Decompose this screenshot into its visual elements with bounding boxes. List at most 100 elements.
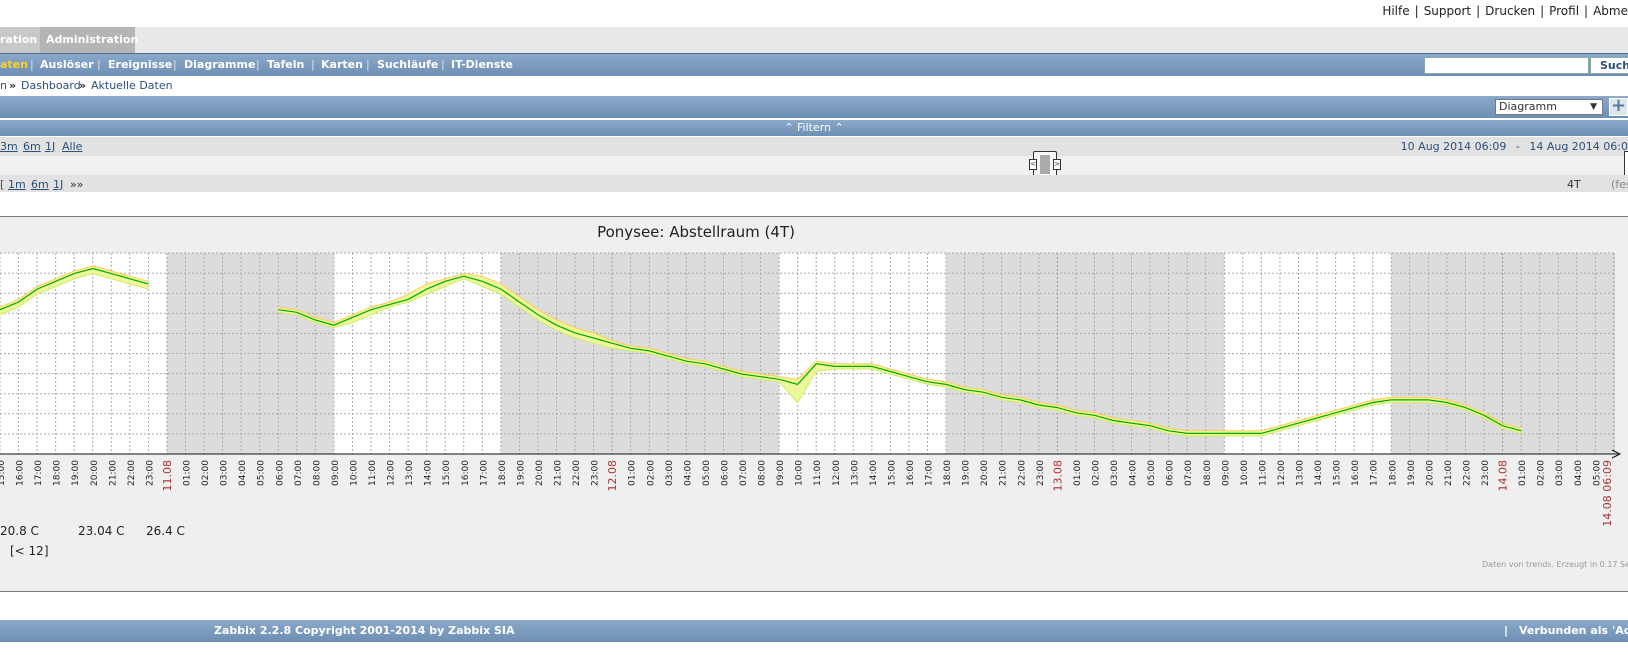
menu-item-current-data[interactable]: aten — [0, 58, 28, 71]
nav-6m-link[interactable]: 6m — [31, 178, 49, 191]
legend-value: 26.4 C — [146, 524, 185, 538]
x-tick-label: 05:00 — [1147, 460, 1157, 486]
separator: | — [1414, 4, 1419, 18]
x-tick-label: 09:00 — [776, 460, 786, 486]
breadcrumb-item[interactable]: Dashboard — [21, 79, 81, 92]
x-tick-label: 17:00 — [1370, 460, 1380, 486]
x-tick-label: 14.08 06:09 — [1601, 460, 1614, 527]
x-tick-label: 02:00 — [201, 460, 211, 486]
x-tick-label: 03:00 — [1555, 460, 1565, 486]
menu-item-events[interactable]: Ereignisse — [108, 58, 172, 71]
menu-item-maps[interactable]: Karten — [321, 58, 363, 71]
x-tick-label: 18:00 — [53, 460, 63, 486]
add-favourite-button[interactable]: + — [1609, 97, 1628, 116]
nav-forward-link[interactable]: »» — [70, 178, 83, 191]
zoom-3m-link[interactable]: 3m — [0, 140, 18, 153]
top-bar: Hilfe | Support | Drucken | Profil | Abme — [0, 0, 1628, 27]
nav-1y-link[interactable]: 1J — [53, 178, 63, 191]
x-tick-label: 07:00 — [1184, 460, 1194, 486]
search-button[interactable]: Such — [1590, 57, 1628, 74]
period-range: 10 Aug 2014 06:09 - 14 Aug 2014 06:0 — [1401, 140, 1628, 153]
x-tick-label: 13.08 — [1051, 460, 1064, 492]
menu-item-screens[interactable]: Tafeln — [267, 58, 304, 71]
fixed-toggle[interactable]: (fes — [1611, 178, 1628, 191]
chevron-right-icon[interactable]: > — [1053, 159, 1061, 170]
menu-item-graphs[interactable]: Diagramme — [184, 58, 255, 71]
x-tick-label: 16:00 — [906, 460, 916, 486]
zoom-1y-link[interactable]: 1J — [45, 140, 55, 153]
x-tick-label: 02:00 — [646, 460, 656, 486]
x-tick-label: 18:00 — [1388, 460, 1398, 486]
menu-separator: | — [30, 58, 34, 71]
x-tick-label: 14:00 — [1314, 460, 1324, 486]
breadcrumb-separator: » — [9, 79, 17, 92]
x-tick-label: 04:00 — [1129, 460, 1139, 486]
x-tick-label: 21:00 — [999, 460, 1009, 486]
x-tick-label: 16:00 — [1351, 460, 1361, 486]
x-tick-label: 09:00 — [331, 460, 341, 486]
print-link[interactable]: Drucken — [1485, 4, 1535, 18]
x-tick-label: 09:00 — [1221, 460, 1231, 486]
support-link[interactable]: Support — [1424, 4, 1471, 18]
chevron-left-icon[interactable]: < — [1029, 159, 1037, 170]
profile-link[interactable]: Profil — [1549, 4, 1579, 18]
x-tick-label: 21:00 — [554, 460, 564, 486]
period-dash: - — [1515, 140, 1520, 153]
x-tick-label: 11.08 — [161, 460, 174, 492]
menu-separator: | — [311, 58, 315, 71]
nav-link[interactable]: [ — [0, 178, 4, 191]
scrollbar-handle[interactable]: < > — [1029, 151, 1061, 177]
main-tabs: ration Administration — [0, 27, 1628, 53]
x-tick-label: 08:00 — [1203, 460, 1213, 486]
x-tick-label: 02:00 — [1537, 460, 1547, 486]
breadcrumb: n » Dashboard » Aktuelle Daten — [0, 77, 1628, 95]
nav-1m-link[interactable]: 1m — [8, 178, 26, 191]
top-links: Hilfe | Support | Drucken | Profil | Abme — [1382, 4, 1628, 18]
x-tick-label: 13:00 — [850, 460, 860, 486]
x-tick-label: 07:00 — [294, 460, 304, 486]
help-link[interactable]: Hilfe — [1382, 4, 1409, 18]
x-tick-label: 05:00 — [702, 460, 712, 486]
separator: | — [1476, 4, 1481, 18]
x-tick-label: 18:00 — [943, 460, 953, 486]
logout-link[interactable]: Abme — [1593, 4, 1628, 18]
x-tick-label: 08:00 — [758, 460, 768, 486]
breadcrumb-item[interactable]: n — [0, 79, 7, 92]
x-tick-label: 04:00 — [683, 460, 693, 486]
scrollbar-grip[interactable] — [1040, 155, 1050, 174]
x-tick-label: 06:00 — [720, 460, 730, 486]
x-tick-label: 06:00 — [275, 460, 285, 486]
period-length: 4T — [1567, 178, 1581, 191]
zoom-6m-link[interactable]: 6m — [23, 140, 41, 153]
x-tick-label: 15:00 — [0, 460, 7, 486]
tab-configuration[interactable]: ration — [0, 27, 40, 53]
menu-item-triggers[interactable]: Auslöser — [40, 58, 94, 71]
x-tick-label: 03:00 — [665, 460, 675, 486]
x-tick-label: 17:00 — [479, 460, 489, 486]
tab-administration[interactable]: Administration — [40, 27, 138, 53]
graph-panel: Ponysee: Abstellraum (4T) 15:00 16:00 17:00… — [0, 216, 1628, 630]
x-tick-label: 16:00 — [461, 460, 471, 486]
menu-item-it-services[interactable]: IT-Dienste — [451, 58, 513, 71]
x-tick-label: 23:00 — [1481, 460, 1491, 486]
x-tick-label: 22:00 — [127, 460, 137, 486]
filter-toggle[interactable]: ⌃ Filtern ⌃ — [0, 119, 1628, 136]
graph-toolbar: Diagramm ▼ + — [0, 96, 1628, 118]
breadcrumb-item[interactable]: Aktuelle Daten — [91, 79, 173, 92]
menu-item-discovery[interactable]: Suchläufe — [377, 58, 438, 71]
zoom-all-link[interactable]: Alle — [62, 140, 82, 153]
graph-type-select[interactable]: Diagramm ▼ — [1495, 99, 1603, 115]
x-tick-label: 23:00 — [145, 460, 155, 486]
search-input[interactable] — [1424, 57, 1589, 74]
x-tick-label: 10:00 — [1240, 460, 1250, 486]
x-tick-label: 01:00 — [1518, 460, 1528, 486]
x-tick-label: 17:00 — [925, 460, 935, 486]
x-tick-label: 14:00 — [424, 460, 434, 486]
x-tick-label: 10:00 — [349, 460, 359, 486]
breadcrumb-separator: » — [79, 79, 87, 92]
scrollbar-end[interactable] — [1624, 151, 1628, 177]
menu-separator: | — [97, 58, 101, 71]
x-tick-label: 22:00 — [1017, 460, 1027, 486]
x-tick-label: 12:00 — [387, 460, 397, 486]
x-tick-label: 12:00 — [832, 460, 842, 486]
